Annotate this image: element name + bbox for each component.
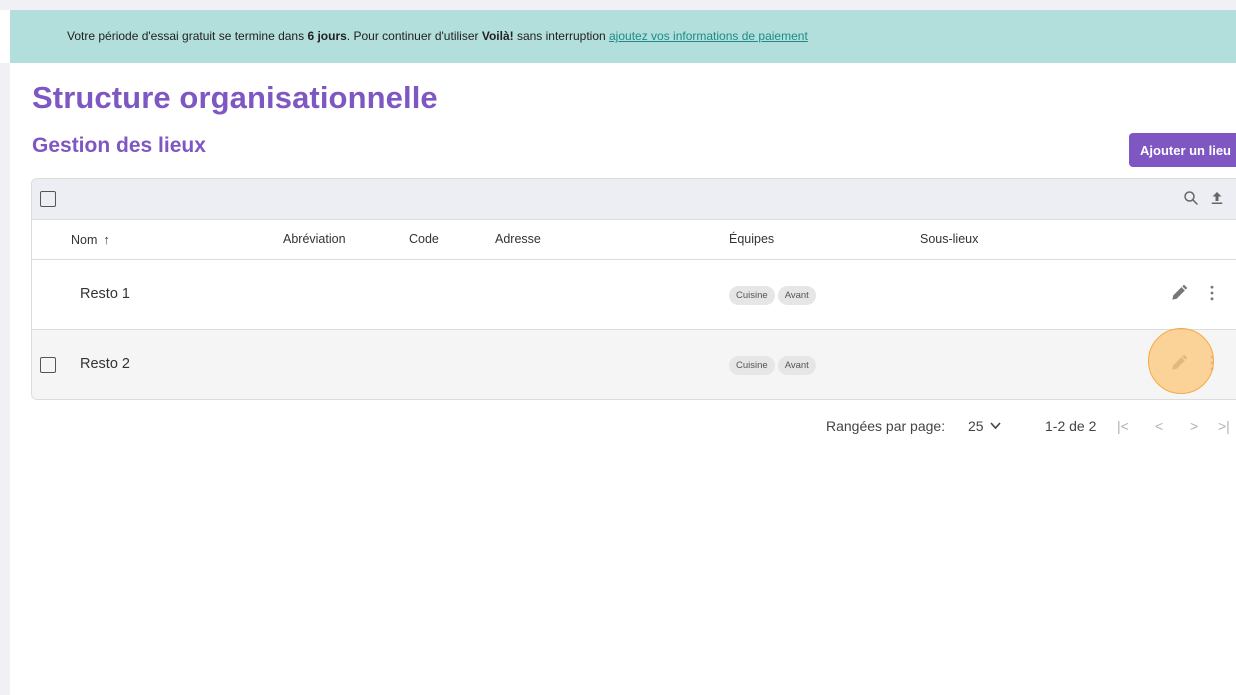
location-name: Resto 2 — [80, 356, 130, 372]
locations-table: Nom ↑ Abréviation Code Adresse Équipes So… — [31, 178, 1236, 400]
search-icon[interactable] — [1182, 189, 1200, 212]
table-row[interactable]: Resto 2 Cuisine Avant — [32, 330, 1236, 399]
top-strip — [0, 0, 1236, 10]
banner-days: 6 jours — [307, 29, 347, 43]
first-page-button[interactable]: |< — [1117, 418, 1129, 434]
rows-per-page-label: Rangées par page: — [826, 418, 946, 434]
team-chip: Cuisine — [729, 286, 775, 305]
column-name-label: Nom — [71, 233, 98, 247]
previous-page-button[interactable]: < — [1155, 418, 1163, 434]
team-chip: Cuisine — [729, 356, 775, 375]
team-chips: Cuisine Avant — [729, 355, 819, 375]
more-options-icon[interactable] — [1202, 283, 1222, 308]
section-title: Gestion des lieux — [32, 134, 206, 157]
banner-product: Voilà! — [481, 29, 514, 43]
edit-icon[interactable] — [1169, 283, 1189, 308]
rows-per-page-value: 25 — [968, 418, 984, 434]
add-location-button[interactable]: Ajouter un lieu — [1129, 133, 1236, 167]
column-header-address[interactable]: Adresse — [495, 232, 541, 246]
banner-text-middle: . Pour continuer d'utiliser — [346, 29, 482, 43]
banner-text-before: Votre période d'essai gratuit se termine… — [67, 29, 308, 43]
column-header-abbreviation[interactable]: Abréviation — [283, 232, 346, 246]
select-all-checkbox[interactable] — [40, 191, 56, 207]
pagination-range: 1-2 de 2 — [1045, 418, 1097, 434]
team-chip: Avant — [777, 356, 816, 375]
column-header-teams[interactable]: Équipes — [729, 232, 774, 246]
last-page-button[interactable]: >| — [1218, 418, 1230, 434]
chevron-down-icon — [989, 421, 1001, 433]
column-header-name[interactable]: Nom ↑ — [71, 232, 110, 247]
banner-text-after: sans interruption — [513, 29, 609, 43]
location-name: Resto 1 — [80, 286, 130, 302]
trial-banner-text: Votre période d'essai gratuit se termine… — [67, 10, 808, 63]
table-header: Nom ↑ Abréviation Code Adresse Équipes So… — [32, 220, 1236, 260]
click-highlight — [1148, 328, 1214, 394]
sort-ascending-icon: ↑ — [103, 232, 110, 247]
table-row[interactable]: Resto 1 Cuisine Avant — [32, 260, 1236, 330]
trial-banner: Votre période d'essai gratuit se termine… — [10, 10, 1236, 63]
rows-per-page-select[interactable]: 25 — [968, 418, 1001, 434]
upload-icon[interactable] — [1208, 189, 1226, 212]
team-chips: Cuisine Avant — [729, 285, 819, 305]
payment-info-link[interactable]: ajoutez vos informations de paiement — [609, 29, 808, 43]
table-toolbar — [32, 179, 1236, 220]
page-title: Structure organisationnelle — [32, 80, 438, 115]
column-header-sublocations[interactable]: Sous-lieux — [920, 232, 978, 246]
team-chip: Avant — [777, 286, 816, 305]
row-checkbox[interactable] — [40, 357, 56, 373]
column-header-code[interactable]: Code — [409, 232, 439, 246]
left-strip — [0, 63, 10, 695]
next-page-button[interactable]: > — [1190, 418, 1198, 434]
